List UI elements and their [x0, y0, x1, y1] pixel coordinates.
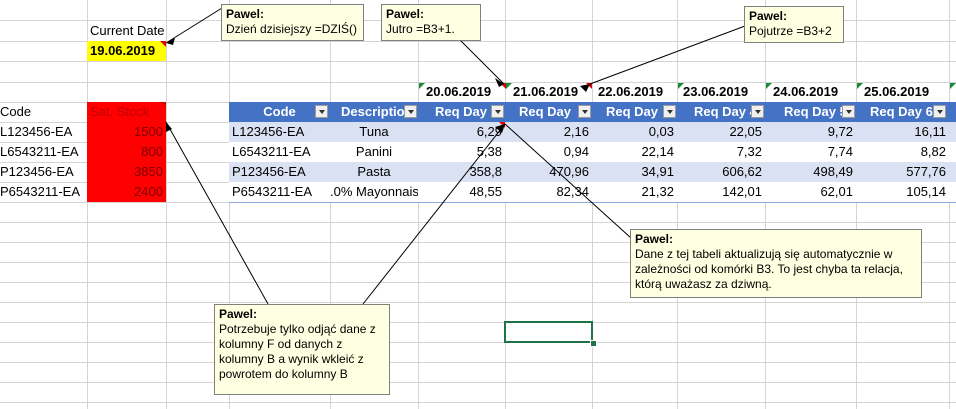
comment-box[interactable]: Pawel: Jutro =B3+1.: [381, 4, 481, 41]
comment-box[interactable]: Pawel: Pojutrze =B3+2: [744, 6, 844, 43]
comment-text: Dane z tej tabeli aktualizują się automa…: [635, 247, 903, 291]
comment-author: Pawel:: [749, 9, 788, 23]
comment-text: Jutro =B3+1.: [386, 22, 455, 36]
comment-author: Pawel:: [386, 7, 425, 21]
comment-text: Pojutrze =B3+2: [749, 24, 832, 38]
comment-box[interactable]: Pawel: Potrzebuje tylko odjąć dane z kol…: [214, 304, 390, 395]
comment-author: Pawel:: [226, 7, 265, 21]
comment-author: Pawel:: [635, 232, 674, 246]
comment-box[interactable]: Pawel: Dane z tej tabeli aktualizują się…: [630, 229, 922, 298]
comment-box[interactable]: Pawel: Dzień dzisiejszy =DZIŚ(): [221, 4, 364, 41]
comment-leader-lines: [165, 7, 746, 305]
comment-text: Potrzebuje tylko odjąć dane z kolumny F …: [219, 322, 376, 381]
comment-text: Dzień dzisiejszy =DZIŚ(): [226, 22, 358, 36]
comment-author: Pawel:: [219, 307, 258, 321]
